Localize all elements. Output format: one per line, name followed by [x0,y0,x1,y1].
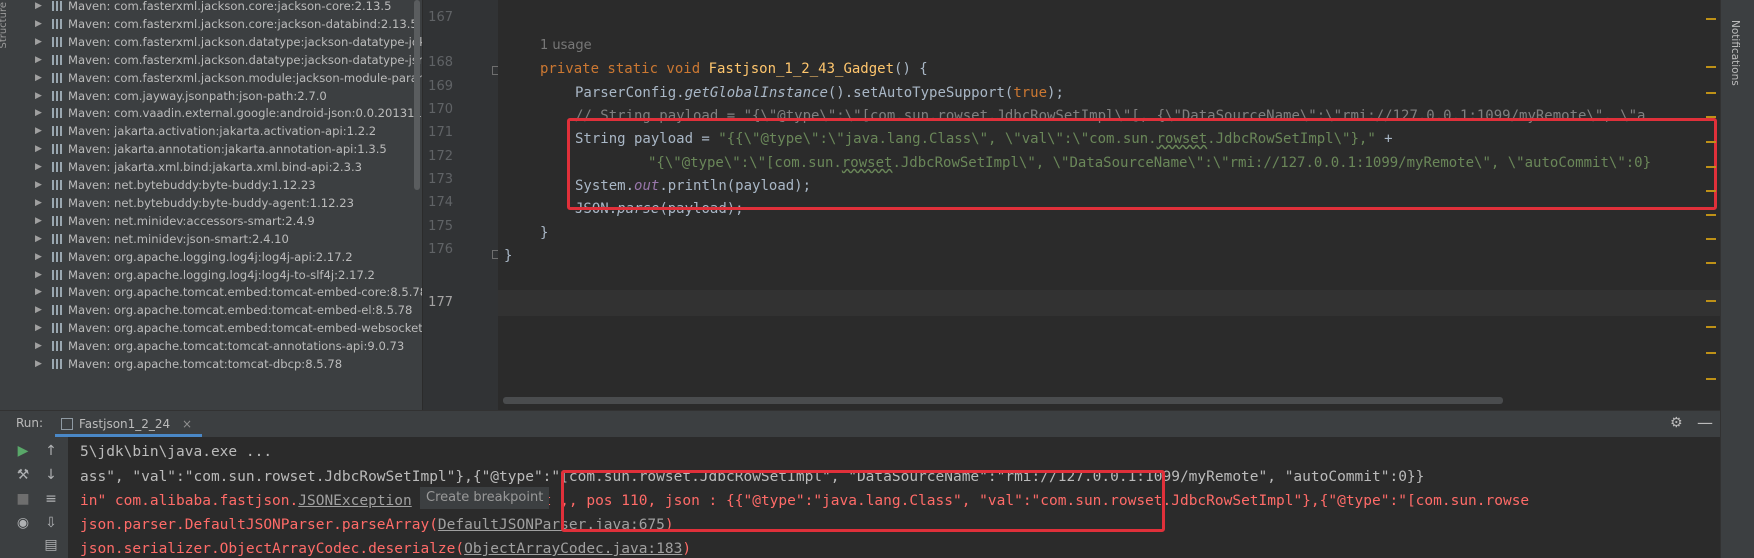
library-icon [52,90,62,101]
library-icon [52,126,62,137]
library-icon [52,108,62,119]
library-icon [52,287,62,298]
library-icon [52,18,62,29]
structure-tool-label[interactable]: Structure [0,2,9,49]
line-number: 168 [428,55,453,70]
run-config-icon [61,418,73,430]
library-icon [52,341,62,352]
library-icon [52,54,62,65]
tree-item[interactable]: ▶ Maven: org.apache.tomcat:tomcat-dbcp:8.… [10,354,422,374]
scroll-to-end-icon[interactable]: ⇩ [41,515,61,531]
wrench-icon[interactable]: ⚒ [13,467,33,483]
library-icon [52,233,62,244]
close-icon[interactable]: × [182,417,192,431]
soft-wrap-icon[interactable]: ≡ [41,491,61,507]
line-number: 176 [428,242,453,257]
rerun-icon[interactable]: ▶ [13,443,33,459]
tree-item-label: Maven: org.apache.tomcat:tomcat-dbcp:8.5… [68,357,343,371]
code-line-175: } [540,225,549,241]
gear-icon[interactable]: ⚙ [1670,415,1683,431]
library-icon [52,323,62,334]
console-line: 5\jdk\bin\java.exe ... [80,444,273,460]
library-icon [52,1,62,11]
stop-icon[interactable]: ■ [13,491,33,507]
run-toolbar: ▶ ↑ ⚒ ↓ ■ ≡ ◉ ⇩ ▤ [0,437,68,558]
line-number: 174 [428,195,453,210]
code-highlight-box [567,118,1717,210]
tab-run-config[interactable]: Fastjson1_2_24 × [55,411,203,437]
project-tree-scrollbar[interactable] [414,0,420,190]
code-line-176: } [504,248,513,264]
library-icon [52,359,62,369]
console-line-error: json.serializer.ObjectArrayCodec.deseria… [80,541,692,557]
stacktrace-link[interactable]: ObjectArrayCodec.java:183 [464,541,682,557]
code-line-168: private static void Fastjson_1_2_43_Gadg… [540,61,928,77]
error-stripe[interactable] [1706,0,1716,410]
notifications-tool-label[interactable]: Notifications [1729,20,1741,86]
console-highlight-box [561,470,1165,532]
scroll-down-icon[interactable]: ↓ [41,467,61,483]
camera-icon[interactable]: ◉ [13,515,33,531]
library-icon [52,72,62,83]
library-icon [52,162,62,173]
scroll-up-icon[interactable]: ↑ [41,443,61,459]
chevron-right-icon[interactable]: ▶ [35,354,45,374]
library-icon [52,251,62,262]
library-icon [52,269,62,280]
line-number: 167 [428,10,453,25]
library-icon [52,36,62,47]
minimize-icon[interactable]: — [1697,413,1713,432]
editor-gutter: 167 168 169 170 171 172 173 174 175 176 … [423,0,498,410]
library-icon [52,144,62,155]
library-icon [52,180,62,190]
run-label: Run: [16,416,44,430]
library-icon [52,215,62,226]
create-breakpoint-tooltip[interactable]: Create breakpoint [420,487,550,509]
exception-link[interactable]: JSONException [298,493,412,509]
run-panel-header: Run: Fastjson1_2_24 × ⚙ — [0,410,1720,437]
run-tab-label: Fastjson1_2_24 [79,417,171,431]
editor-horizontal-scrollbar[interactable] [503,397,1503,404]
project-tree: ▶ Maven: com.fasterxml.jackson.core:jacks… [10,0,422,410]
usage-hint[interactable]: 1 usage [540,32,592,58]
line-number-current: 177 [428,295,453,310]
print-icon[interactable]: ▤ [41,537,61,553]
library-icon [52,305,62,316]
line-number: 171 [428,125,453,140]
current-line-highlight [498,290,1720,316]
library-icon [52,197,62,208]
right-tool-strip: Notifications [1720,0,1754,558]
